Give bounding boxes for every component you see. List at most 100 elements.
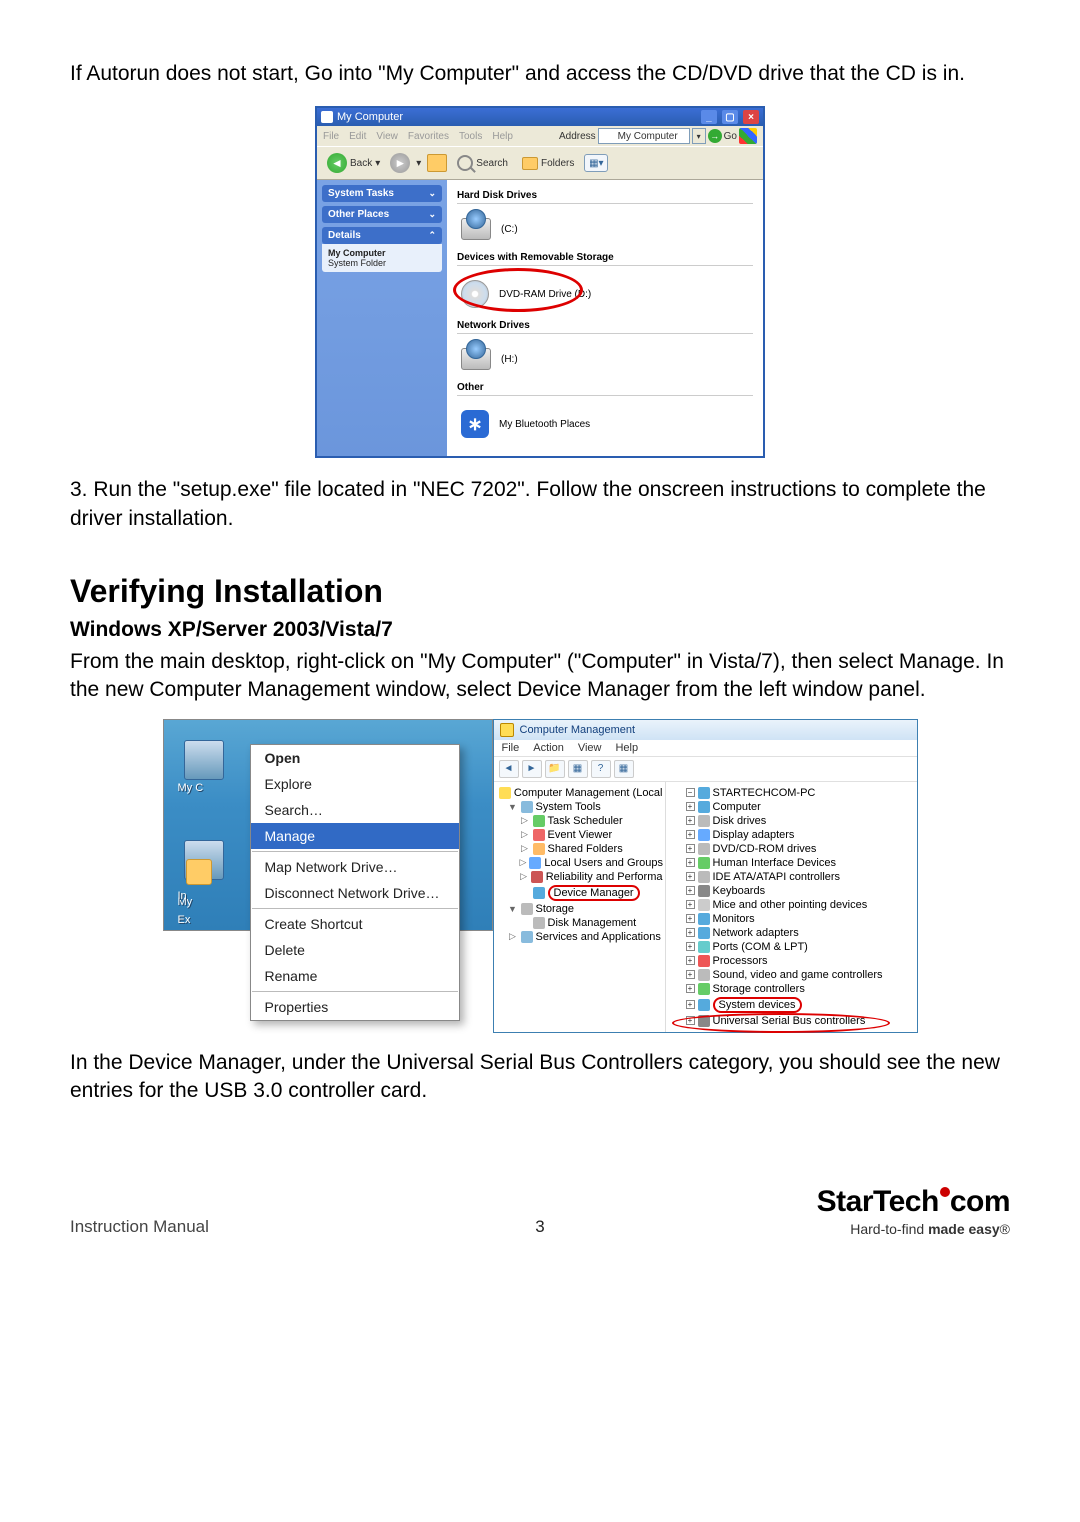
expand-icon[interactable]: + [686,816,695,825]
device-node[interactable]: −STARTECHCOM-PC [668,786,915,800]
expand-icon[interactable]: + [686,802,695,811]
drive-c[interactable]: (C:) [457,212,753,246]
menu-view[interactable]: View [376,131,398,142]
context-menu-item[interactable]: Manage [251,823,459,849]
tree-node[interactable]: Computer Management (Local [496,786,663,800]
forward-button[interactable]: ► [390,153,410,173]
tree-node[interactable]: Disk Management [496,916,663,930]
expand-icon[interactable]: + [686,942,695,951]
tree-node[interactable]: ▷Local Users and Groups [496,856,663,870]
cm-menu-help[interactable]: Help [615,742,638,754]
context-menu-item[interactable]: Create Shortcut [251,911,459,937]
menu-bar: File Edit View Favorites Tools Help Addr… [317,126,763,146]
tree-node[interactable]: ▷Services and Applications [496,930,663,944]
cm-toolbar-button[interactable]: ? [591,760,611,778]
device-node[interactable]: +Computer [668,800,915,814]
expand-icon[interactable]: + [686,928,695,937]
cm-menu-file[interactable]: File [502,742,520,754]
context-menu-item[interactable]: Delete [251,937,459,963]
bluetooth-places[interactable]: ∗My Bluetooth Places [457,404,753,444]
menu-favorites[interactable]: Favorites [408,131,449,142]
back-button[interactable]: ◄Back ▾ [323,151,384,175]
views-button[interactable]: ▦▾ [584,154,608,172]
expand-icon[interactable]: − [686,788,695,797]
device-node[interactable]: +IDE ATA/ATAPI controllers [668,870,915,884]
context-menu-item[interactable]: Properties [251,994,459,1020]
address-dropdown[interactable]: ▾ [692,128,706,144]
expand-icon[interactable]: + [686,1000,695,1009]
cm-menu-action[interactable]: Action [533,742,564,754]
device-node[interactable]: +Ports (COM & LPT) [668,940,915,954]
tree-node[interactable]: ▷Reliability and Performa [496,870,663,884]
context-menu-item[interactable]: Disconnect Network Drive… [251,880,459,906]
tree-node[interactable]: ▷Task Scheduler [496,814,663,828]
brand-tagline: Hard-to-find made easy® [545,1221,1010,1237]
search-button[interactable]: Search [453,153,512,173]
device-node[interactable]: +Storage controllers [668,982,915,996]
device-node[interactable]: +Human Interface Devices [668,856,915,870]
sidebar-other-places[interactable]: Other Places⌄ [322,206,442,223]
address-label: Address [559,131,596,142]
drive-h[interactable]: (H:) [457,342,753,376]
context-menu-item[interactable]: Search… [251,797,459,823]
tree-icon [533,843,545,855]
device-node[interactable]: +Keyboards [668,884,915,898]
drive-dvd[interactable]: DVD-RAM Drive (D:) [457,274,753,314]
expand-icon[interactable]: + [686,858,695,867]
menu-file[interactable]: File [323,131,339,142]
minimize-button[interactable]: _ [701,110,717,124]
menu-edit[interactable]: Edit [349,131,366,142]
expand-icon[interactable]: + [686,900,695,909]
context-menu-item[interactable]: Explore [251,771,459,797]
device-node[interactable]: +Sound, video and game controllers [668,968,915,982]
device-node[interactable]: +Disk drives [668,814,915,828]
menu-tools[interactable]: Tools [459,131,482,142]
device-node[interactable]: +Display adapters [668,828,915,842]
expand-icon[interactable]: + [686,872,695,881]
tree-node[interactable]: ▼System Tools [496,800,663,814]
tree-icon [533,887,545,899]
context-menu-item[interactable]: Open [251,745,459,771]
expand-icon[interactable]: + [686,956,695,965]
small-desktop-icon[interactable] [186,859,212,885]
device-node[interactable]: +Monitors [668,912,915,926]
up-button[interactable] [427,154,447,172]
expand-icon[interactable]: + [686,984,695,993]
sidebar-system-tasks[interactable]: System Tasks⌄ [322,185,442,202]
expand-icon[interactable]: + [686,1016,695,1025]
cm-window-icon [500,723,514,737]
tree-node[interactable]: Device Manager [496,884,663,902]
device-node[interactable]: +Mice and other pointing devices [668,898,915,912]
cm-toolbar-button[interactable]: ► [522,760,542,778]
expand-icon[interactable]: + [686,914,695,923]
expand-icon[interactable]: + [686,830,695,839]
cm-toolbar-button[interactable]: ▦ [614,760,634,778]
cm-toolbar-button[interactable]: 📁 [545,760,565,778]
device-node[interactable]: +Processors [668,954,915,968]
maximize-button[interactable]: ▢ [722,110,738,124]
expand-icon[interactable]: + [686,970,695,979]
cm-menu-view[interactable]: View [578,742,602,754]
context-menu-item[interactable]: Rename [251,963,459,989]
cm-toolbar-button[interactable]: ▦ [568,760,588,778]
device-node[interactable]: +DVD/CD-ROM drives [668,842,915,856]
tree-node[interactable]: ▷Shared Folders [496,842,663,856]
address-field[interactable]: My Computer [598,128,690,144]
small-icon-label-1: In [178,890,212,902]
close-button[interactable]: × [743,110,759,124]
my-computer-desktop-icon[interactable] [184,740,224,780]
expand-icon[interactable]: + [686,886,695,895]
cm-toolbar-button[interactable]: ◄ [499,760,519,778]
tree-icon [521,801,533,813]
go-button[interactable]: → [708,129,722,143]
menu-help[interactable]: Help [492,131,513,142]
folders-button[interactable]: Folders [518,155,578,172]
device-node[interactable]: +Universal Serial Bus controllers [668,1014,915,1028]
tree-node[interactable]: ▷Event Viewer [496,828,663,842]
expand-icon[interactable]: + [686,844,695,853]
device-node[interactable]: +System devices [668,996,915,1014]
tree-node[interactable]: ▼Storage [496,902,663,916]
context-menu-item[interactable]: Map Network Drive… [251,854,459,880]
sidebar-details[interactable]: Details⌃ [322,227,442,244]
device-node[interactable]: +Network adapters [668,926,915,940]
